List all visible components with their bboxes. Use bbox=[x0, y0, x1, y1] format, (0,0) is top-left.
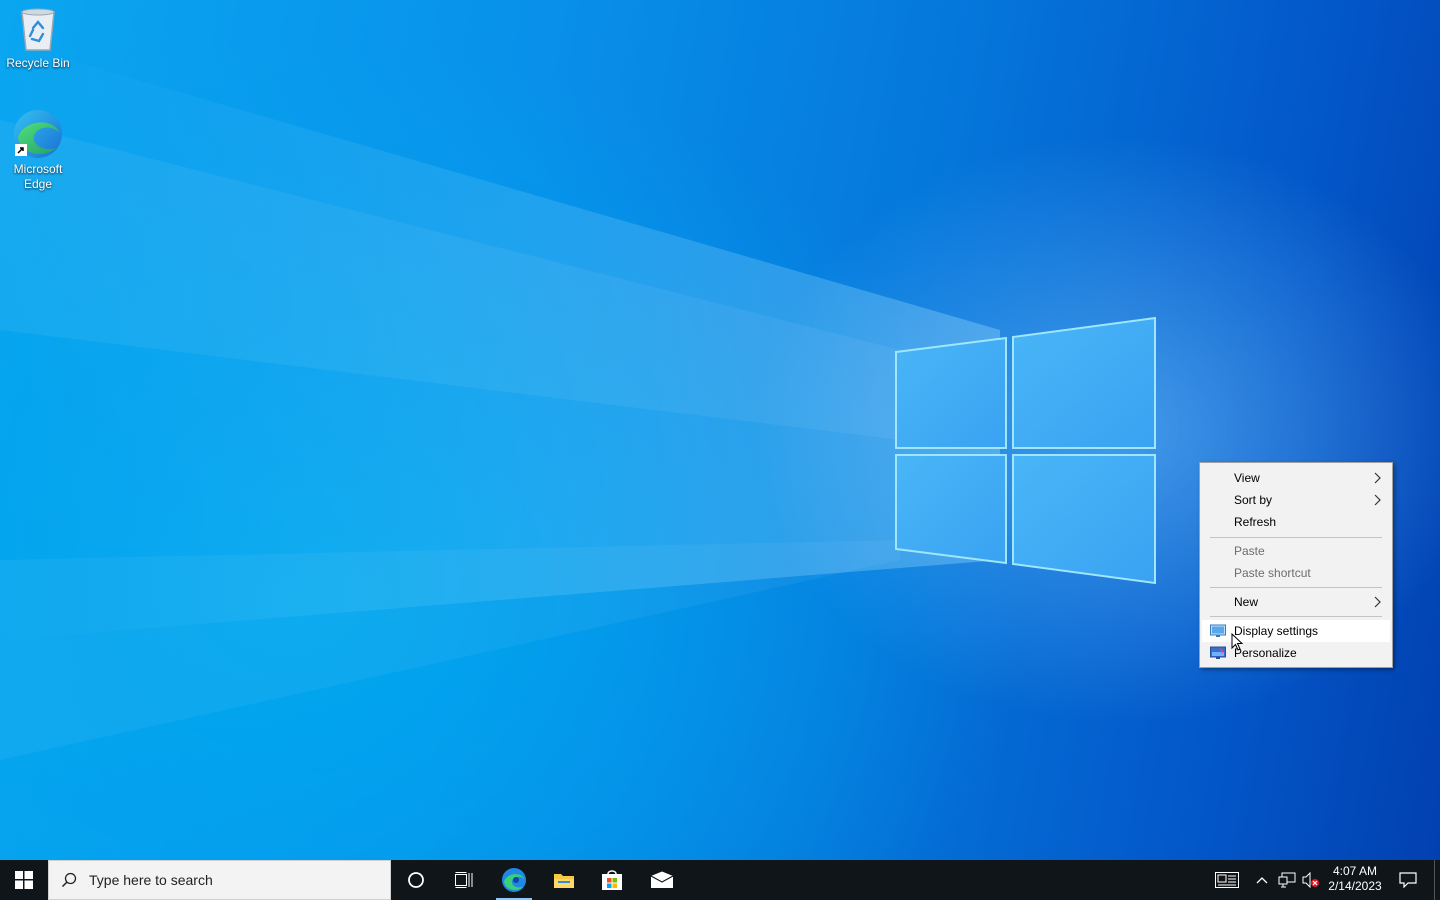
search-placeholder: Type here to search bbox=[89, 872, 213, 888]
action-center-button[interactable] bbox=[1390, 860, 1426, 900]
network-button[interactable] bbox=[1276, 860, 1298, 900]
file-explorer-icon bbox=[554, 874, 574, 888]
personalize-icon bbox=[1210, 646, 1226, 659]
windows-start-icon bbox=[15, 871, 33, 889]
mouse-cursor-icon bbox=[1231, 633, 1243, 651]
menu-item-label: Paste shortcut bbox=[1234, 566, 1311, 580]
chevron-up-icon bbox=[1256, 877, 1268, 884]
menu-item-sort-by[interactable]: Sort by bbox=[1202, 489, 1390, 511]
menu-item-view[interactable]: View bbox=[1202, 467, 1390, 489]
file-explorer-button[interactable] bbox=[540, 860, 588, 900]
notification-icon bbox=[1399, 872, 1417, 888]
edge-icon bbox=[502, 868, 526, 892]
taskbar-clock[interactable]: 4:07 AM 2/14/2023 bbox=[1322, 860, 1388, 900]
microsoft-store-button[interactable] bbox=[588, 860, 636, 900]
menu-item-label: Personalize bbox=[1234, 646, 1297, 660]
clock-time: 4:07 AM bbox=[1332, 864, 1378, 878]
desktop-icon-label: Recycle Bin bbox=[6, 56, 70, 70]
cortana-button[interactable] bbox=[392, 860, 440, 900]
taskbar: Type here to search 4:07 AM 2/14/2023 bbox=[0, 860, 1440, 900]
menu-separator bbox=[1210, 587, 1382, 588]
edge-icon bbox=[14, 110, 62, 158]
chevron-right-icon bbox=[1374, 472, 1381, 484]
show-hidden-icons-button[interactable] bbox=[1252, 860, 1272, 900]
search-icon bbox=[61, 872, 77, 888]
menu-separator bbox=[1210, 537, 1382, 538]
show-desktop-button[interactable] bbox=[1434, 860, 1440, 900]
desktop-icon-microsoft-edge[interactable]: Microsoft Edge bbox=[0, 108, 76, 192]
menu-item-label: Paste bbox=[1234, 544, 1265, 558]
volume-button[interactable] bbox=[1300, 860, 1322, 900]
menu-item-paste[interactable]: Paste bbox=[1202, 540, 1390, 562]
store-icon bbox=[602, 870, 622, 890]
news-icon bbox=[1215, 872, 1239, 888]
windows-logo-wallpaper bbox=[0, 40, 1156, 760]
task-view-icon bbox=[455, 872, 473, 888]
recycle-bin-icon bbox=[21, 8, 55, 51]
clock-date: 2/14/2023 bbox=[1328, 879, 1382, 893]
menu-item-label: Refresh bbox=[1234, 515, 1277, 529]
menu-item-new[interactable]: New bbox=[1202, 591, 1390, 613]
news-and-interests-button[interactable] bbox=[1207, 860, 1247, 900]
chevron-right-icon bbox=[1374, 596, 1381, 608]
start-button[interactable] bbox=[0, 860, 48, 900]
desktop-context-menu: View Sort by Refresh Paste Paste shortcu… bbox=[1199, 462, 1393, 668]
task-view-button[interactable] bbox=[440, 860, 488, 900]
volume-muted-icon bbox=[1302, 872, 1319, 888]
desktop-icon-recycle-bin[interactable]: Recycle Bin bbox=[0, 6, 76, 71]
network-icon bbox=[1278, 872, 1296, 888]
mail-button[interactable] bbox=[638, 860, 686, 900]
taskbar-edge-button[interactable] bbox=[490, 860, 538, 900]
mail-icon bbox=[650, 871, 674, 888]
menu-item-label: Display settings bbox=[1234, 624, 1319, 638]
cortana-icon bbox=[408, 872, 424, 888]
menu-item-label: New bbox=[1234, 595, 1259, 609]
menu-item-label: Sort by bbox=[1234, 493, 1273, 507]
desktop-background[interactable]: Recycle Bin Microsoft Edge bbox=[0, 0, 1440, 860]
taskbar-search-box[interactable]: Type here to search bbox=[48, 860, 391, 900]
display-settings-icon bbox=[1210, 624, 1226, 637]
chevron-right-icon bbox=[1374, 494, 1381, 506]
desktop-icon-label: Microsoft Edge bbox=[13, 162, 63, 191]
menu-item-paste-shortcut[interactable]: Paste shortcut bbox=[1202, 562, 1390, 584]
menu-item-label: View bbox=[1234, 471, 1260, 485]
menu-item-refresh[interactable]: Refresh bbox=[1202, 511, 1390, 533]
menu-separator bbox=[1210, 616, 1382, 617]
